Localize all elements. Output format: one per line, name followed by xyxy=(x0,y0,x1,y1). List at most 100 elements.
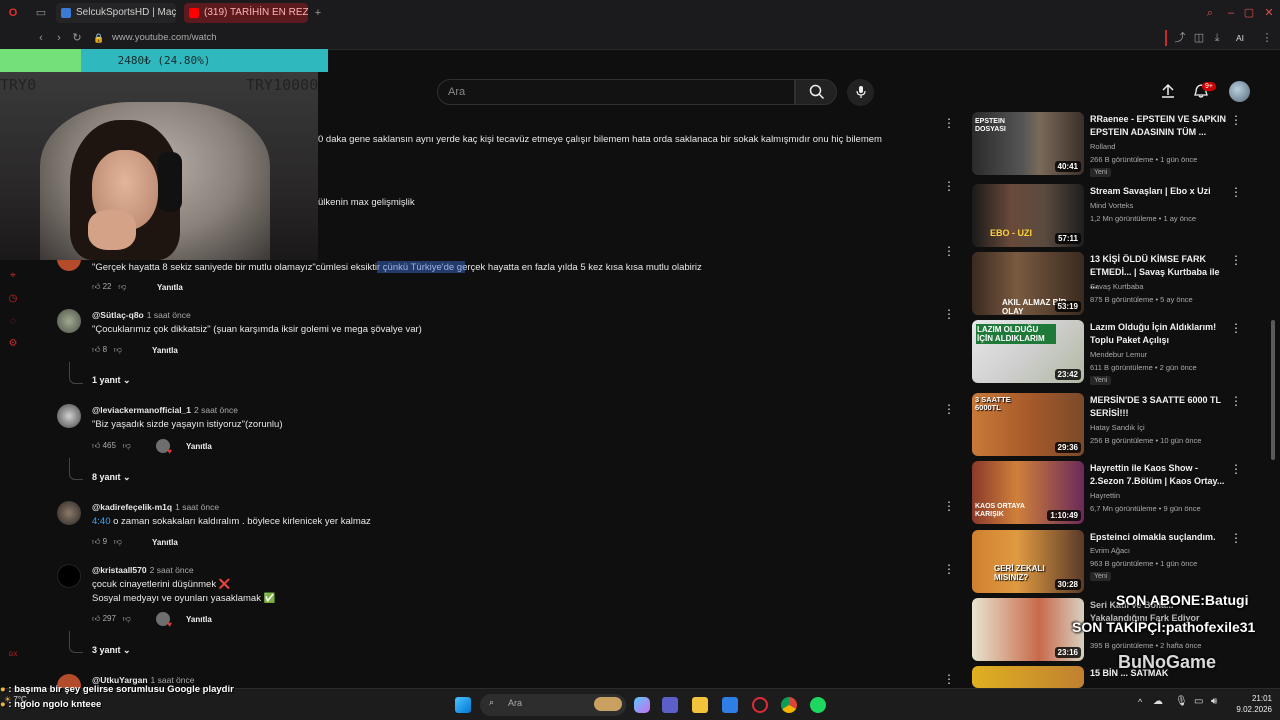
workspaces-icon[interactable]: ▭ xyxy=(34,6,48,20)
comment-author[interactable]: @kadirefeçelik-m1q 1 saat önce xyxy=(92,502,219,512)
avatar[interactable] xyxy=(57,564,81,588)
video-thumbnail[interactable] xyxy=(972,666,1084,688)
comment-time[interactable]: 2 saat önce xyxy=(150,565,194,575)
teams-icon[interactable] xyxy=(662,697,678,713)
video-thumbnail[interactable]: EPSTEIN DOSYASI 40:41 xyxy=(972,112,1084,175)
author-name[interactable]: @kadirefeçelik-m1q xyxy=(92,502,172,512)
video-title[interactable]: Lazım Olduğu İçin Aldıklarım! Toplu Pake… xyxy=(1090,321,1228,347)
rail-settings-icon[interactable]: ⚙ xyxy=(7,338,19,350)
reply-button[interactable]: Yanıtla xyxy=(157,283,183,292)
video-title[interactable]: RRaenee - EPSTEIN VE SAPKIN EPSTEIN ADAS… xyxy=(1090,113,1228,139)
opera-logo-icon[interactable]: O xyxy=(6,6,20,20)
timestamp-link[interactable]: 4:40 xyxy=(92,516,111,527)
opera-gx-icon[interactable] xyxy=(752,697,768,713)
author-name[interactable]: @kristaall570 xyxy=(92,565,147,575)
channel-name[interactable]: Mind Vorteks xyxy=(1090,201,1133,210)
comment-menu-icon[interactable]: ⋮ xyxy=(943,403,955,415)
page-scrollbar[interactable] xyxy=(1271,320,1275,460)
video-thumbnail[interactable]: GERİ ZEKALI MISINIZ? 30:28 xyxy=(972,530,1084,593)
reply-button[interactable]: Yanıtla xyxy=(186,615,212,624)
video-menu-icon[interactable]: ⋮ xyxy=(1230,254,1242,266)
download-icon[interactable]: ⤓ xyxy=(1210,31,1224,45)
channel-name[interactable]: Savaş Kurtbaba xyxy=(1090,282,1143,291)
rail-history-icon[interactable]: ◷ xyxy=(7,293,19,305)
reply-button[interactable]: Yanıtla xyxy=(152,346,178,355)
like-icon[interactable]: 👍︎ xyxy=(92,537,100,546)
search-tabs-icon[interactable]: ⌕ xyxy=(1203,6,1217,20)
video-thumbnail[interactable]: LAZIM OLDUĞU İÇİN ALDIKLARIM 23:42 xyxy=(972,320,1084,383)
video-thumbnail[interactable]: KAOS ORTAYA KARIŞIK 1:10:49 xyxy=(972,461,1084,524)
author-name[interactable]: @leviackermanofficial_1 xyxy=(92,405,191,415)
video-thumbnail[interactable]: 23:16 xyxy=(972,598,1084,661)
rail-pin-icon[interactable]: ⌖ xyxy=(7,270,19,282)
volume-icon[interactable]: 🔊︎ xyxy=(1211,696,1217,707)
like-icon[interactable]: 👍︎ xyxy=(92,282,100,291)
rail-messenger-icon[interactable]: ◌ xyxy=(7,316,19,328)
video-menu-icon[interactable]: ⋮ xyxy=(1230,532,1242,544)
dislike-icon[interactable]: 👎︎ xyxy=(123,441,131,450)
replies-toggle[interactable]: 8 yanıt ⌄ xyxy=(92,472,131,483)
maximize-icon[interactable]: ▢ xyxy=(1242,6,1256,20)
comment-time[interactable]: 2 saat önce xyxy=(194,405,238,415)
avatar[interactable] xyxy=(57,404,81,428)
video-menu-icon[interactable]: ⋮ xyxy=(1230,186,1242,198)
close-window-icon[interactable]: ✕ xyxy=(1262,6,1276,20)
aria-ai-button[interactable]: AI xyxy=(1236,33,1244,43)
video-title[interactable]: Epsteinci olmakla suçlandım. xyxy=(1090,531,1228,544)
comment-menu-icon[interactable]: ⋮ xyxy=(943,245,955,257)
spotify-icon[interactable] xyxy=(810,697,826,713)
comment-author[interactable]: @leviackermanofficial_1 2 saat önce xyxy=(92,405,238,415)
video-menu-icon[interactable]: ⋮ xyxy=(1230,463,1242,475)
video-menu-icon[interactable]: ⋮ xyxy=(1230,114,1242,126)
channel-name[interactable]: Evrim Ağacı xyxy=(1090,546,1130,555)
video-title[interactable]: MERSİN'DE 3 SAATTE 6000 TL SERİSİ!!! xyxy=(1090,394,1228,420)
taskbar-search-input[interactable]: ⌕ Ara xyxy=(480,694,626,716)
replies-toggle[interactable]: 1 yanıt ⌄ xyxy=(92,375,131,386)
tray-overflow-icon[interactable]: ^ xyxy=(1138,697,1142,707)
todo-icon[interactable] xyxy=(722,697,738,713)
reply-button[interactable]: Yanıtla xyxy=(186,442,212,451)
video-title[interactable]: Stream Savaşları | Ebo x Uzi xyxy=(1090,185,1228,198)
dislike-icon[interactable]: 👎︎ xyxy=(123,614,131,623)
tab-youtube[interactable]: (319) TARİHİN EN REZİL B... xyxy=(184,3,308,23)
like-icon[interactable]: 👍︎ xyxy=(92,614,100,623)
search-button[interactable] xyxy=(795,79,837,105)
avatar[interactable] xyxy=(57,309,81,333)
comment-menu-icon[interactable]: ⋮ xyxy=(943,117,955,129)
reply-button[interactable]: Yanıtla xyxy=(152,538,178,547)
comment-menu-icon[interactable]: ⋮ xyxy=(943,673,955,685)
network-icon[interactable]: ▭ xyxy=(1194,696,1203,707)
dislike-icon[interactable]: 👎︎ xyxy=(114,345,122,354)
video-thumbnail[interactable]: EBO - UZI 57:11 xyxy=(972,184,1084,247)
file-explorer-icon[interactable] xyxy=(692,697,708,713)
minimize-icon[interactable]: – xyxy=(1224,6,1238,20)
account-avatar[interactable] xyxy=(1229,81,1250,102)
clock[interactable]: 21:01 9.02.2026 xyxy=(1228,693,1272,715)
comment-author[interactable]: @kristaall570 2 saat önce xyxy=(92,565,194,575)
microphone-tray-icon[interactable]: 🎙︎ xyxy=(1175,696,1188,707)
channel-name[interactable]: Rolland xyxy=(1090,142,1115,151)
comment-menu-icon[interactable]: ⋮ xyxy=(943,563,955,575)
video-menu-icon[interactable]: ⋮ xyxy=(1230,395,1242,407)
url-field[interactable]: www.youtube.com/watch xyxy=(112,32,217,43)
share-icon[interactable]: ⤴ xyxy=(1173,31,1187,45)
video-title[interactable]: Hayrettin ile Kaos Show - 2.Sezon 7.Bölü… xyxy=(1090,462,1228,488)
tab-selcuksports[interactable]: SelcukSportsHD | Maç xyxy=(56,3,176,23)
comment-menu-icon[interactable]: ⋮ xyxy=(943,180,955,192)
chrome-icon[interactable] xyxy=(781,697,797,713)
comment-author[interactable]: @Sütlaç-q8o 1 saat önce xyxy=(92,310,191,320)
channel-name[interactable]: Mendebur Lemur xyxy=(1090,350,1147,359)
search-input[interactable]: Ara xyxy=(437,79,795,105)
like-icon[interactable]: 👍︎ xyxy=(92,441,100,450)
snapshot-icon[interactable]: ◫ xyxy=(1192,31,1206,45)
dislike-icon[interactable]: 👎︎ xyxy=(114,537,122,546)
start-button-icon[interactable] xyxy=(455,697,471,713)
onedrive-icon[interactable]: ☁ xyxy=(1153,696,1163,707)
author-name[interactable]: @Sütlaç-q8o xyxy=(92,310,144,320)
voice-search-button[interactable] xyxy=(847,79,874,106)
comment-menu-icon[interactable]: ⋮ xyxy=(943,308,955,320)
forward-icon[interactable]: › xyxy=(52,31,66,45)
dislike-icon[interactable]: 👎︎ xyxy=(118,282,126,291)
replies-toggle[interactable]: 3 yanıt ⌄ xyxy=(92,645,131,656)
upload-icon[interactable] xyxy=(1160,83,1176,99)
